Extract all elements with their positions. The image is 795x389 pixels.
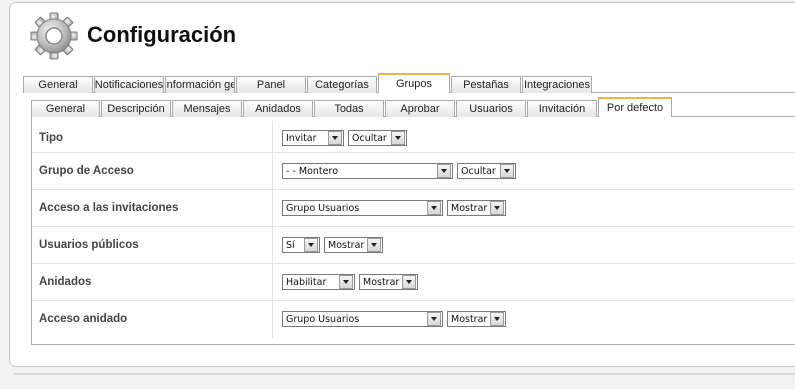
tab-pestanas[interactable]: Pestañas	[451, 76, 521, 93]
subtab-usuarios[interactable]: Usuarios	[456, 100, 526, 117]
column-divider	[272, 264, 273, 300]
subtab-descripcion[interactable]: Descripción	[101, 100, 171, 117]
chevron-down-icon[interactable]	[490, 201, 504, 215]
field-label: Anidados	[39, 276, 92, 288]
chevron-down-icon[interactable]	[391, 131, 405, 145]
tab-panel[interactable]: Panel	[236, 76, 306, 93]
select-value: Invitar	[286, 132, 317, 144]
tab-informacion-general[interactable]: Información ge	[165, 76, 235, 93]
form-row-grupo-acceso: Grupo de Acceso - - Montero Ocultar	[32, 153, 795, 190]
tab-general[interactable]: General	[23, 76, 93, 93]
select-value: Mostrar	[451, 202, 488, 214]
subtab-por-defecto[interactable]: Por defecto	[598, 97, 672, 117]
field-label: Tipo	[39, 132, 64, 144]
field-label: Acceso anidado	[39, 313, 128, 325]
form-row-acceso-anidado: Acceso anidado Grupo Usuarios Mostrar	[32, 301, 795, 338]
tipo-select[interactable]: Invitar	[282, 130, 344, 146]
anidados-select[interactable]: Habilitar	[282, 274, 355, 290]
select-value: Mostrar	[451, 313, 488, 325]
chevron-down-icon[interactable]	[427, 312, 441, 326]
panel-shadow	[14, 373, 795, 375]
select-value: Habilitar	[286, 276, 327, 288]
sub-tab-bar: General Descripción Mensajes Anidados To…	[31, 97, 673, 117]
usuarios-publicos-visibility-select[interactable]: Mostrar	[324, 237, 383, 253]
chevron-down-icon[interactable]	[490, 312, 504, 326]
tipo-visibility-select[interactable]: Ocultar	[348, 130, 407, 146]
grupo-acceso-visibility-select[interactable]: Ocultar	[457, 163, 516, 179]
column-divider	[272, 227, 273, 263]
field-label: Usuarios públicos	[39, 239, 139, 251]
select-value: - - Montero	[286, 165, 339, 177]
select-value: Grupo Usuarios	[286, 313, 360, 325]
defaults-form: Tipo Invitar Ocultar Grupo de Acceso - -…	[31, 117, 795, 345]
column-divider	[272, 190, 273, 226]
form-row-tipo: Tipo Invitar Ocultar	[32, 121, 795, 153]
select-value: Sí	[286, 239, 295, 251]
usuarios-publicos-select[interactable]: Sí	[282, 237, 320, 253]
form-row-anidados: Anidados Habilitar Mostrar	[32, 264, 795, 301]
chevron-down-icon[interactable]	[367, 238, 381, 252]
select-value: Mostrar	[363, 276, 400, 288]
subtab-invitacion[interactable]: Invitación	[527, 100, 597, 117]
acceso-invitaciones-visibility-select[interactable]: Mostrar	[447, 200, 506, 216]
column-divider	[272, 301, 273, 338]
subtab-general[interactable]: General	[31, 100, 100, 117]
acceso-invitaciones-select[interactable]: Grupo Usuarios	[282, 200, 443, 216]
page-title: Configuración	[87, 22, 237, 47]
column-divider	[272, 121, 273, 152]
tab-grupos[interactable]: Grupos	[378, 73, 450, 93]
tab-integraciones[interactable]: Integraciones	[522, 76, 592, 93]
chevron-down-icon[interactable]	[402, 275, 416, 289]
tab-notificaciones[interactable]: Notificaciones	[94, 76, 164, 93]
subtab-todas[interactable]: Todas	[314, 100, 384, 117]
form-row-usuarios-publicos: Usuarios públicos Sí Mostrar	[32, 227, 795, 264]
select-value: Mostrar	[328, 239, 365, 251]
chevron-down-icon[interactable]	[304, 238, 318, 252]
anidados-visibility-select[interactable]: Mostrar	[359, 274, 418, 290]
chevron-down-icon[interactable]	[500, 164, 514, 178]
chevron-down-icon[interactable]	[437, 164, 451, 178]
subtab-anidados[interactable]: Anidados	[243, 100, 313, 117]
select-value: Ocultar	[461, 165, 496, 177]
chevron-down-icon[interactable]	[427, 201, 441, 215]
field-label: Acceso a las invitaciones	[39, 202, 179, 214]
main-tab-bar: General Notificaciones Información ge Pa…	[23, 73, 593, 93]
acceso-anidado-visibility-select[interactable]: Mostrar	[447, 311, 506, 327]
gear-icon	[30, 12, 78, 60]
subtab-aprobar[interactable]: Aprobar	[385, 100, 455, 117]
form-row-acceso-invitaciones: Acceso a las invitaciones Grupo Usuarios…	[32, 190, 795, 227]
chevron-down-icon[interactable]	[328, 131, 342, 145]
field-label: Grupo de Acceso	[39, 165, 134, 177]
subtab-mensajes[interactable]: Mensajes	[172, 100, 242, 117]
grupo-acceso-select[interactable]: - - Montero	[282, 163, 453, 179]
select-value: Grupo Usuarios	[286, 202, 360, 214]
tab-categorias[interactable]: Categorías	[307, 76, 377, 93]
select-value: Ocultar	[352, 132, 387, 144]
acceso-anidado-select[interactable]: Grupo Usuarios	[282, 311, 443, 327]
column-divider	[272, 153, 273, 189]
chevron-down-icon[interactable]	[339, 275, 353, 289]
